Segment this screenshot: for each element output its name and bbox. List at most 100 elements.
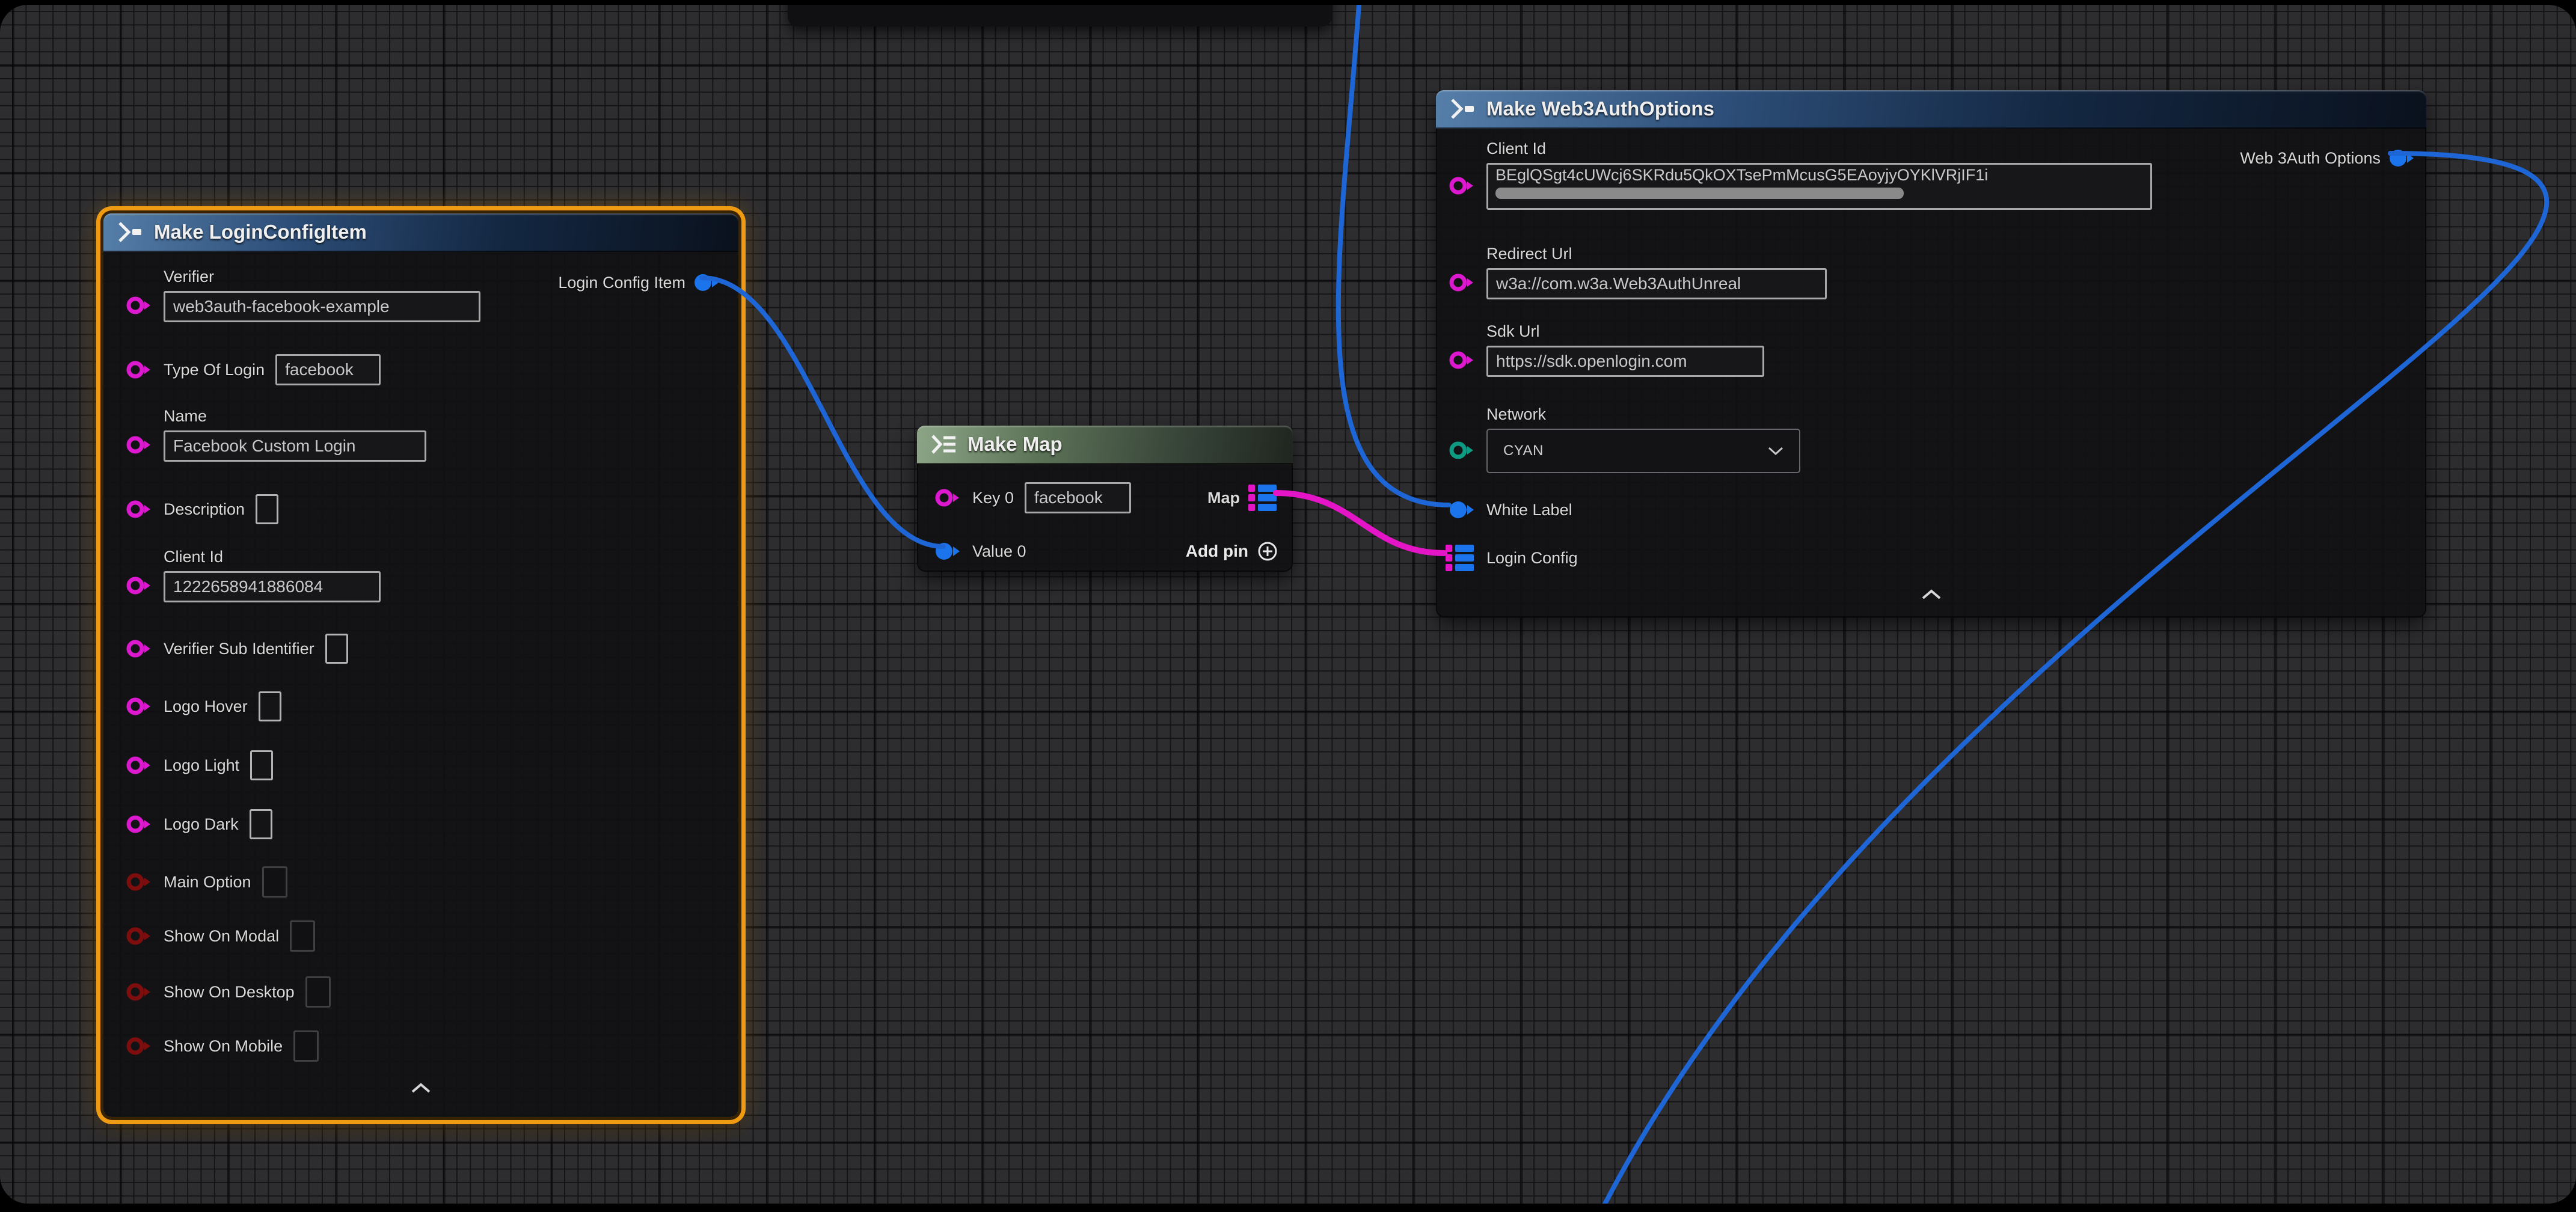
string-pin[interactable] [1449,271,1476,295]
bool-pin[interactable] [126,924,153,948]
pin-row-verifier: Verifier web3auth-facebook-example [126,268,480,322]
pin-label: Name [164,407,426,426]
map-pin[interactable] [1446,543,1476,572]
string-pin[interactable] [126,497,153,521]
object-pin[interactable] [935,539,961,563]
pin-label: Logo Light [164,756,239,775]
pin-label: Logo Hover [164,697,248,716]
string-pin[interactable] [126,574,153,598]
client-id-text: BEglQSgt4cUWcj6SKRdu5QkOXTsePmMcusG5EAoy… [1495,166,1988,184]
pin-row-type-of-login: Type Of Login facebook [126,354,381,385]
string-pin[interactable] [126,694,153,718]
description-input[interactable] [256,494,278,524]
add-pin-button[interactable]: Add pin [1186,536,1278,567]
chevron-down-icon [1768,446,1783,456]
node-title: Make LoginConfigItem [154,221,367,243]
pin-row-name: Name Facebook Custom Login [126,407,426,462]
client-id-input[interactable]: 1222658941886084 [164,571,381,602]
object-output-pin[interactable] [694,271,720,295]
pin-row-show-on-mobile: Show On Mobile [126,1030,319,1062]
pin-row-white-label: White Label [1449,494,1572,525]
pin-label: White Label [1486,501,1572,519]
enum-pin[interactable] [1449,438,1476,462]
pin-label: Description [164,500,245,519]
verifier-sub-identifier-input[interactable] [325,634,348,664]
name-input[interactable]: Facebook Custom Login [164,430,426,462]
pin-row-login-config-item-output: Login Config Item [558,267,720,298]
redirect-url-input[interactable]: w3a://com.w3a.Web3AuthUnreal [1486,268,1827,299]
pin-label: Show On Desktop [164,983,295,1002]
pin-row-logo-hover: Logo Hover [126,691,281,722]
pin-row-show-on-desktop: Show On Desktop [126,976,331,1008]
map-output-pin[interactable] [1248,483,1278,512]
pin-row-logo-light: Logo Light [126,750,273,781]
pin-row-logo-dark: Logo Dark [126,809,272,840]
string-pin[interactable] [126,433,153,457]
pin-row-description: Description [126,494,278,525]
logo-light-input[interactable] [250,750,273,780]
show-on-desktop-checkbox[interactable] [305,976,331,1008]
string-pin[interactable] [935,486,961,510]
string-pin[interactable] [126,358,153,382]
pin-row-value-0: Value 0 [935,536,1026,567]
object-output-pin[interactable] [2389,146,2415,170]
node-make-web3authoptions[interactable]: Make Web3AuthOptions Web 3Auth Options C… [1436,90,2426,617]
node-title: Make Web3AuthOptions [1486,97,1714,120]
collapse-chevron-icon[interactable] [411,1083,431,1094]
pin-row-verifier-sub-identifier: Verifier Sub Identifier [126,633,348,664]
pin-label: Value 0 [972,542,1026,561]
pin-label: Verifier Sub Identifier [164,640,314,658]
pin-label: Web 3Auth Options [2240,149,2381,168]
pin-label: Login Config Item [558,274,685,292]
sdk-url-input[interactable]: https://sdk.openlogin.com [1486,346,1764,377]
logo-hover-input[interactable] [259,691,281,721]
network-selected-value: CYAN [1503,442,1544,459]
string-pin[interactable] [1449,348,1476,372]
type-of-login-input[interactable]: facebook [275,354,381,385]
node-make-loginconfigitem[interactable]: Make LoginConfigItem Login Config Item V… [103,213,738,1117]
make-struct-icon [1449,97,1477,120]
pin-label: Verifier [164,268,480,286]
pin-label: Map [1207,489,1240,507]
pin-label: Show On Modal [164,927,279,946]
pin-row-sdk-url: Sdk Url https://sdk.openlogin.com [1449,322,1764,377]
pin-row-client-id: Client Id BEglQSgt4cUWcj6SKRdu5QkOXTsePm… [1449,139,2152,210]
string-pin[interactable] [1449,174,1476,198]
offscreen-node-bottom-edge [788,5,1332,26]
make-map-icon [930,433,958,456]
pin-row-key-0: Key 0 facebook [935,482,1131,513]
show-on-mobile-checkbox[interactable] [293,1030,319,1062]
bool-pin[interactable] [126,870,153,894]
node-header[interactable]: Make Map [917,426,1293,464]
pin-label: Key 0 [972,489,1014,507]
graph-canvas[interactable]: Make LoginConfigItem Login Config Item V… [0,5,2576,1204]
client-id-hscrollbar[interactable] [1495,188,1904,199]
string-pin[interactable] [126,637,153,661]
network-dropdown[interactable]: CYAN [1486,429,1800,473]
node-make-map[interactable]: Make Map Key 0 facebook Map Value 0 Add [917,426,1293,572]
show-on-modal-checkbox[interactable] [290,920,315,952]
pin-row-redirect-url: Redirect Url w3a://com.w3a.Web3AuthUnrea… [1449,245,1827,299]
wire-offscreen-to-white-label[interactable] [1339,5,1449,505]
collapse-chevron-icon[interactable] [1921,589,1942,600]
pin-label: Redirect Url [1486,245,1827,263]
pin-label: Show On Mobile [164,1037,283,1056]
string-pin[interactable] [126,753,153,777]
wire-map-to-login-config[interactable] [1276,493,1444,553]
key-0-input[interactable]: facebook [1025,482,1131,513]
string-pin[interactable] [126,812,153,836]
pin-label: Client Id [164,548,381,566]
client-id-input[interactable]: BEglQSgt4cUWcj6SKRdu5QkOXTsePmMcusG5EAoy… [1486,163,2152,210]
logo-dark-input[interactable] [250,809,272,839]
node-header[interactable]: Make Web3AuthOptions [1436,90,2426,129]
node-header[interactable]: Make LoginConfigItem [103,213,738,252]
pin-row-main-option: Main Option [126,866,287,898]
main-option-checkbox[interactable] [262,866,287,898]
pin-row-web3auth-options-output: Web 3Auth Options [2240,142,2415,174]
pin-row-show-on-modal: Show On Modal [126,920,315,952]
bool-pin[interactable] [126,1034,153,1058]
verifier-input[interactable]: web3auth-facebook-example [164,291,480,322]
object-pin[interactable] [1449,498,1476,522]
bool-pin[interactable] [126,980,153,1004]
string-pin[interactable] [126,293,153,317]
